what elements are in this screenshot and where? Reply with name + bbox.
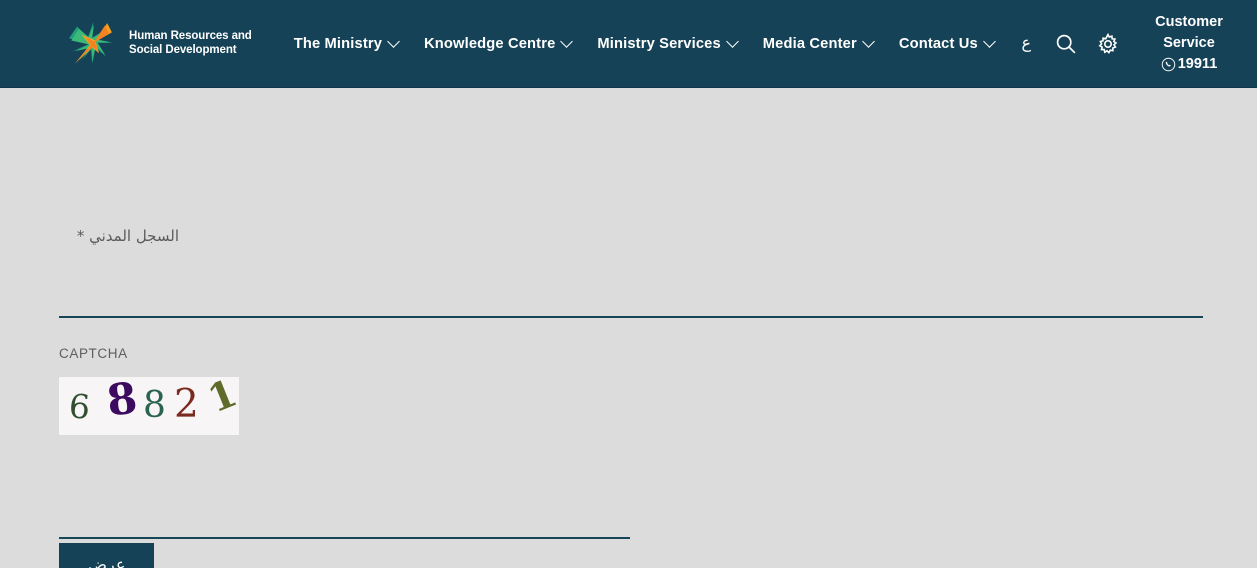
submit-button[interactable]: عرض bbox=[59, 543, 154, 568]
captcha-digit: 8 bbox=[143, 385, 166, 426]
main-navigation: The Ministry Knowledge Centre Ministry S… bbox=[281, 30, 1007, 58]
captcha-digit: 6 bbox=[67, 386, 92, 427]
gear-icon bbox=[1098, 32, 1118, 54]
civil-registry-input[interactable] bbox=[59, 272, 1203, 318]
customer-service-line-1: Customer bbox=[1155, 14, 1223, 30]
chevron-down-icon bbox=[985, 37, 994, 46]
nav-label-ministry-services: Ministry Services bbox=[597, 35, 721, 52]
nav-item-the-ministry[interactable]: The Ministry bbox=[281, 30, 411, 58]
nav-item-media-center[interactable]: Media Center bbox=[750, 30, 886, 58]
civil-registry-label: السجل المدني * bbox=[76, 227, 179, 245]
chevron-down-icon bbox=[728, 37, 737, 46]
search-icon bbox=[1056, 34, 1076, 53]
captcha-label: CAPTCHA bbox=[59, 346, 128, 361]
header-actions: ع Customer Service 19911 bbox=[1007, 12, 1237, 75]
customer-service-block[interactable]: Customer Service 19911 bbox=[1141, 12, 1237, 75]
nav-label-the-ministry: The Ministry bbox=[293, 35, 383, 52]
customer-service-line-2: Service bbox=[1163, 35, 1215, 51]
nav-label-contact-us: Contact Us bbox=[898, 35, 978, 52]
brand-logo-link[interactable]: Human Resources and Social Development bbox=[62, 15, 252, 73]
captcha-digit: 1 bbox=[201, 377, 239, 422]
chevron-down-icon bbox=[389, 37, 398, 46]
captcha-image: 6 8 8 2 1 bbox=[59, 377, 239, 435]
nav-item-knowledge-centre[interactable]: Knowledge Centre bbox=[411, 30, 584, 58]
captcha-digit: 8 bbox=[104, 377, 140, 427]
nav-label-media-center: Media Center bbox=[762, 35, 857, 52]
nav-label-knowledge-centre: Knowledge Centre bbox=[424, 35, 556, 52]
nav-item-ministry-services[interactable]: Ministry Services bbox=[584, 30, 749, 58]
phone-icon bbox=[1161, 57, 1175, 72]
chevron-down-icon bbox=[864, 37, 873, 46]
captcha-field-group: CAPTCHA 6 8 8 2 1 bbox=[59, 346, 630, 539]
captcha-input[interactable] bbox=[59, 493, 630, 539]
brand-line-1: Human Resources and bbox=[129, 30, 252, 42]
civil-registry-field-group: السجل المدني * bbox=[59, 226, 1203, 318]
nav-item-contact-us[interactable]: Contact Us bbox=[886, 30, 1007, 58]
customer-service-phone-number: 19911 bbox=[1177, 56, 1218, 72]
hrsd-palm-star-logo-icon bbox=[68, 21, 114, 64]
form-page-body: السجل المدني * CAPTCHA 6 8 8 2 1 عرض bbox=[0, 88, 1257, 568]
customer-service-phone[interactable]: 19911 bbox=[1141, 54, 1237, 75]
chevron-down-icon bbox=[562, 37, 571, 46]
captcha-digit: 2 bbox=[174, 382, 199, 427]
site-header: Human Resources and Social Development T… bbox=[0, 0, 1257, 88]
arabic-language-toggle[interactable]: ع bbox=[1007, 30, 1045, 58]
brand-text: Human Resources and Social Development bbox=[129, 30, 252, 57]
brand-line-2: Social Development bbox=[129, 43, 237, 56]
settings-button[interactable] bbox=[1087, 23, 1129, 65]
search-button[interactable] bbox=[1045, 23, 1087, 65]
